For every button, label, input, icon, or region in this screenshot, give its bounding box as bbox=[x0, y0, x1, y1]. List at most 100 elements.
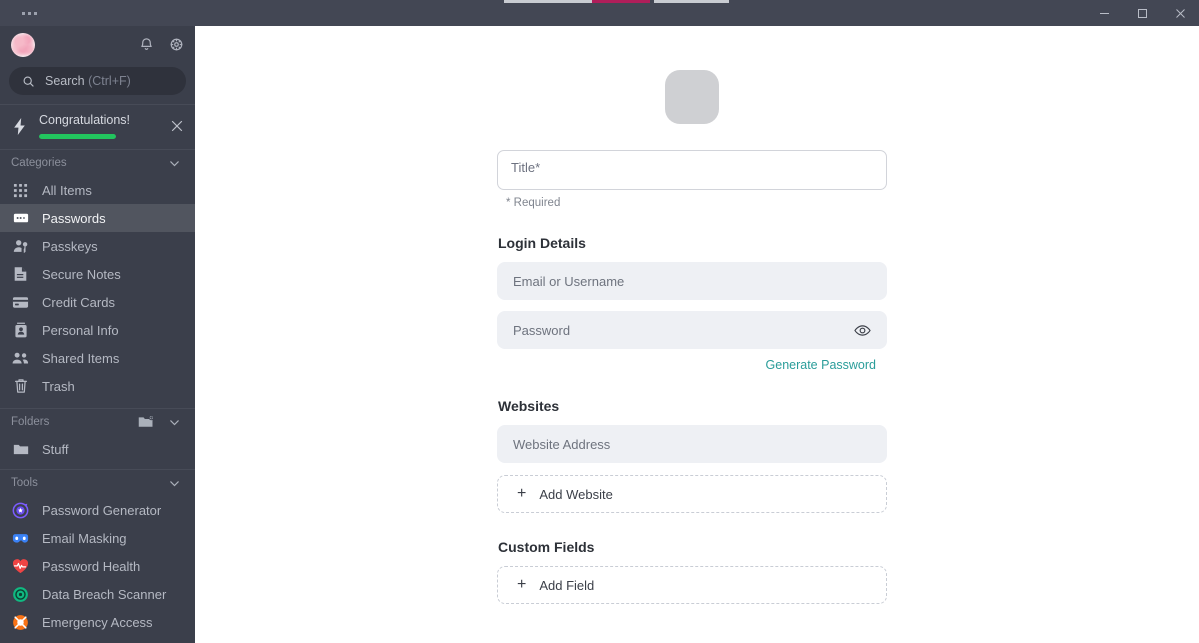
sidebar-item-secure-notes[interactable]: Secure Notes bbox=[0, 260, 195, 288]
new-password-form: Title* * Required Login Details Email or… bbox=[497, 70, 887, 604]
username-input[interactable]: Email or Username bbox=[497, 262, 887, 300]
plus-icon: + bbox=[517, 576, 527, 593]
tools-header[interactable]: Tools bbox=[0, 470, 195, 496]
avatar[interactable] bbox=[11, 32, 35, 57]
chevron-down-icon[interactable] bbox=[165, 154, 183, 172]
passkey-icon bbox=[12, 238, 29, 255]
scanner-icon bbox=[12, 586, 29, 603]
sidebar-item-label: Passkeys bbox=[42, 238, 98, 254]
id-card-icon bbox=[12, 322, 29, 339]
generate-password-link[interactable]: Generate Password bbox=[766, 358, 876, 372]
tab-segment-active[interactable] bbox=[592, 0, 650, 3]
sidebar-item-label: Credit Cards bbox=[42, 294, 115, 310]
website-address-input[interactable]: Website Address bbox=[497, 425, 887, 463]
sidebar-item-label: Stuff bbox=[42, 441, 69, 457]
lightning-bolt-icon bbox=[12, 117, 28, 135]
sidebar-item-credit-cards[interactable]: Credit Cards bbox=[0, 288, 195, 316]
sidebar-item-label: Password Health bbox=[42, 558, 141, 574]
folders-header-actions bbox=[137, 413, 183, 431]
username-placeholder: Email or Username bbox=[513, 273, 625, 289]
chevron-down-icon[interactable] bbox=[165, 413, 183, 431]
sidebar-item-email-masking[interactable]: Email Masking bbox=[0, 524, 195, 552]
search-placeholder: Search (Ctrl+F) bbox=[45, 74, 131, 88]
sidebar-item-label: Secure Notes bbox=[42, 266, 121, 282]
login-details-heading: Login Details bbox=[498, 235, 586, 251]
required-note: * Required bbox=[506, 197, 561, 209]
sidebar-item-label: Emergency Access bbox=[42, 614, 153, 630]
add-field-button[interactable]: + Add Field bbox=[497, 566, 887, 604]
sidebar: Search (Ctrl+F) Congratulations! Categor… bbox=[0, 26, 195, 643]
credit-card-icon bbox=[12, 294, 29, 311]
gear-icon[interactable] bbox=[167, 36, 185, 54]
add-website-label: Add Website bbox=[539, 486, 613, 502]
heart-pulse-icon bbox=[12, 558, 29, 575]
eye-icon[interactable] bbox=[854, 324, 871, 337]
sidebar-item-emergency-access[interactable]: Emergency Access bbox=[0, 608, 195, 636]
sidebar-item-folder-stuff[interactable]: Stuff bbox=[0, 435, 195, 463]
close-button[interactable] bbox=[1161, 0, 1199, 26]
tools-header-actions bbox=[165, 474, 183, 492]
sidebar-header-actions bbox=[137, 36, 185, 54]
sidebar-item-label: All Items bbox=[42, 182, 92, 198]
sidebar-item-data-breach-scanner[interactable]: Data Breach Scanner bbox=[0, 580, 195, 608]
maximize-button[interactable] bbox=[1123, 0, 1161, 26]
sidebar-item-label: Data Breach Scanner bbox=[42, 586, 167, 602]
congratulations-banner: Congratulations! bbox=[0, 105, 195, 149]
progress-fill bbox=[39, 134, 116, 139]
bell-icon[interactable] bbox=[137, 36, 155, 54]
dot-icon bbox=[21, 11, 25, 15]
main-content: Title* * Required Login Details Email or… bbox=[195, 26, 1199, 643]
password-input[interactable]: Password bbox=[497, 311, 887, 349]
banner-body: Congratulations! bbox=[39, 113, 160, 139]
folder-icon bbox=[12, 441, 29, 458]
dot-icon bbox=[27, 11, 31, 15]
sidebar-item-password-health[interactable]: Password Health bbox=[0, 552, 195, 580]
sidebar-item-passkeys[interactable]: Passkeys bbox=[0, 232, 195, 260]
add-website-button[interactable]: + Add Website bbox=[497, 475, 887, 513]
folders-header[interactable]: Folders bbox=[0, 409, 195, 435]
note-icon bbox=[12, 266, 29, 283]
sidebar-item-trash[interactable]: Trash bbox=[0, 372, 195, 400]
sidebar-item-label: Personal Info bbox=[42, 322, 119, 338]
generate-password-row: Generate Password bbox=[497, 358, 887, 372]
overflow-menu-button[interactable] bbox=[0, 0, 54, 26]
title-placeholder: Title* bbox=[511, 160, 541, 175]
app-window: Search (Ctrl+F) Congratulations! Categor… bbox=[0, 0, 1199, 643]
onboarding-progress-bar bbox=[39, 134, 116, 139]
search-icon bbox=[19, 72, 37, 90]
categories-header-label: Categories bbox=[11, 157, 67, 169]
search-container: Search (Ctrl+F) bbox=[0, 63, 195, 95]
tab-segment[interactable] bbox=[504, 0, 592, 3]
add-field-label: Add Field bbox=[539, 577, 595, 593]
grid-icon bbox=[12, 182, 29, 199]
banner-title: Congratulations! bbox=[39, 113, 131, 127]
sidebar-item-shared-items[interactable]: Shared Items bbox=[0, 344, 195, 372]
trash-icon bbox=[12, 378, 29, 395]
item-icon-placeholder[interactable] bbox=[665, 70, 719, 124]
minimize-button[interactable] bbox=[1085, 0, 1123, 26]
categories-header[interactable]: Categories bbox=[0, 150, 195, 176]
custom-fields-heading: Custom Fields bbox=[498, 539, 595, 555]
title-bar bbox=[0, 0, 1199, 26]
password-placeholder: Password bbox=[513, 322, 571, 338]
sidebar-item-label: Password Generator bbox=[42, 502, 162, 518]
websites-heading: Websites bbox=[498, 398, 560, 414]
sidebar-item-all-items[interactable]: All Items bbox=[0, 176, 195, 204]
title-input[interactable]: Title* bbox=[497, 150, 887, 190]
tab-segment[interactable] bbox=[654, 0, 729, 3]
sidebar-item-label: Email Masking bbox=[42, 530, 127, 546]
search-input[interactable]: Search (Ctrl+F) bbox=[9, 67, 186, 95]
dot-icon bbox=[33, 11, 37, 15]
tab-strip bbox=[504, 0, 729, 4]
lifebuoy-icon bbox=[12, 614, 29, 631]
categories-header-actions bbox=[165, 154, 183, 172]
sidebar-item-passwords[interactable]: Passwords bbox=[0, 204, 195, 232]
sidebar-item-label: Shared Items bbox=[42, 350, 120, 366]
folders-header-label: Folders bbox=[11, 416, 50, 428]
sidebar-header bbox=[0, 26, 195, 63]
banner-close-icon[interactable] bbox=[171, 120, 185, 132]
sidebar-item-label: Trash bbox=[42, 378, 75, 394]
sidebar-item-password-generator[interactable]: Password Generator bbox=[0, 496, 195, 524]
new-folder-icon[interactable] bbox=[137, 413, 155, 431]
chevron-down-icon[interactable] bbox=[165, 474, 183, 492]
